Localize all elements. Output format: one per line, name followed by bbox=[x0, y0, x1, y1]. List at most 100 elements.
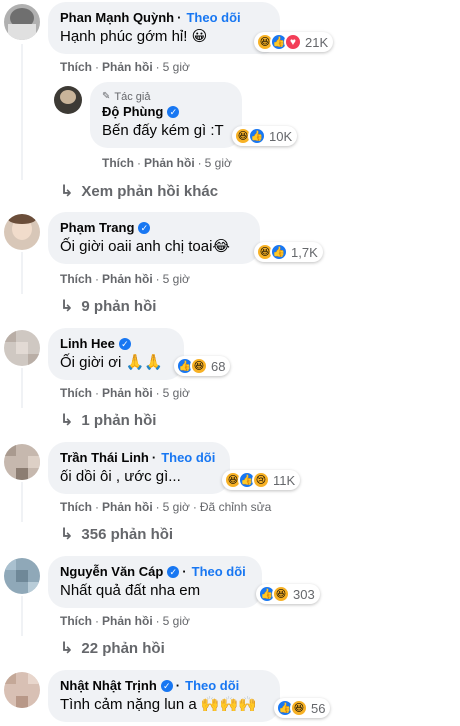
timestamp[interactable]: 5 giờ bbox=[163, 500, 190, 514]
comment-bubble: Phạm Trang ✓ Ối giời oaii anh chị toai😂 bbox=[48, 212, 260, 264]
thread-line bbox=[21, 252, 23, 294]
reaction-summary[interactable]: 👍 😆 303 bbox=[256, 584, 320, 604]
reaction-count: 68 bbox=[211, 358, 226, 374]
comment-author[interactable]: Phan Mạnh Quỳnh bbox=[60, 10, 174, 26]
comment-author[interactable]: Nguyễn Văn Cáp bbox=[60, 564, 163, 580]
like-button[interactable]: Thích bbox=[60, 386, 92, 400]
separator-dot: · bbox=[155, 272, 160, 286]
like-icon: 👍 bbox=[248, 127, 266, 145]
verified-icon: ✓ bbox=[118, 338, 131, 350]
like-button[interactable]: Thích bbox=[60, 60, 92, 74]
separator-dot: · bbox=[95, 500, 99, 514]
separator-dot: · bbox=[155, 500, 160, 514]
reply-button[interactable]: Phản hồi bbox=[102, 386, 153, 400]
timestamp[interactable]: 5 giờ bbox=[163, 272, 190, 286]
reply-button[interactable]: Phản hồi bbox=[102, 60, 153, 74]
sad-icon: 😢 bbox=[252, 471, 270, 489]
comment-bubble: Phan Mạnh Quỳnh · Theo dõi Hạnh phúc gớm… bbox=[48, 2, 280, 54]
separator-dot: · bbox=[155, 614, 160, 628]
comment-text: Nhất quả đất nha em bbox=[60, 582, 201, 599]
reply-arrow-icon: ↳ bbox=[60, 526, 74, 543]
separator-dot: · bbox=[177, 10, 182, 25]
reply-button[interactable]: Phản hồi bbox=[102, 272, 153, 286]
reaction-summary[interactable]: 👍 😆 56 bbox=[274, 698, 331, 718]
avatar[interactable] bbox=[4, 214, 40, 250]
comment-actions: Thích · Phản hồi · 5 giờ bbox=[60, 272, 190, 286]
reply-arrow-icon: ↳ bbox=[60, 640, 74, 657]
thread-line bbox=[21, 368, 23, 408]
more-replies-label: Xem phản hồi khác bbox=[81, 182, 219, 200]
comment-actions: Thích · Phản hồi · 5 giờ bbox=[60, 614, 190, 628]
haha-icon: 😆 bbox=[272, 585, 290, 603]
reaction-summary[interactable]: 😆 👍 😢 11K bbox=[222, 470, 301, 490]
separator-dot: · bbox=[175, 678, 181, 693]
like-button[interactable]: Thích bbox=[60, 272, 92, 286]
timestamp[interactable]: 5 giờ bbox=[163, 386, 190, 400]
view-replies-link[interactable]: ↳ 22 phản hồi bbox=[60, 638, 165, 658]
author-badge-icon: ✎ bbox=[102, 91, 111, 102]
like-button[interactable]: Thích bbox=[102, 156, 134, 170]
reaction-summary[interactable]: 😆 👍 10K bbox=[232, 126, 298, 146]
reply-arrow-icon: ↳ bbox=[60, 183, 74, 200]
reaction-count: 10K bbox=[269, 128, 293, 144]
comment-text: Tình cảm nặng lun a 🙌🙌🙌 bbox=[60, 696, 257, 713]
timestamp[interactable]: 5 giờ bbox=[163, 614, 190, 628]
separator-dot: · bbox=[95, 272, 99, 286]
avatar[interactable] bbox=[54, 86, 82, 114]
reaction-count: 303 bbox=[293, 586, 315, 602]
avatar[interactable] bbox=[4, 558, 40, 594]
comment-author[interactable]: Linh Hee bbox=[60, 336, 115, 352]
comment-text: Hạnh phúc gớm hỉ! 😀 bbox=[60, 28, 208, 45]
view-replies-link[interactable]: ↳ 9 phản hồi bbox=[60, 296, 156, 316]
separator-dot: · bbox=[192, 500, 197, 514]
comment-text: Bến đấy kém gì :T bbox=[102, 122, 224, 139]
like-button[interactable]: Thích bbox=[60, 500, 92, 514]
separator-dot: · bbox=[95, 614, 99, 628]
replies-count: 22 phản hồi bbox=[81, 639, 165, 657]
thread-line bbox=[21, 44, 23, 180]
like-button[interactable]: Thích bbox=[60, 614, 92, 628]
love-icon: ♥ bbox=[284, 33, 302, 51]
reaction-summary[interactable]: 😆 👍 1,7K bbox=[254, 242, 323, 262]
replies-count: 9 phản hồi bbox=[81, 297, 157, 315]
avatar[interactable] bbox=[4, 4, 40, 40]
view-replies-link[interactable]: ↳ 1 phản hồi bbox=[60, 410, 156, 430]
comment-bubble: Linh Hee ✓ Ối giời ơi 🙏🙏 bbox=[48, 328, 184, 380]
comment-actions: Thích · Phản hồi · 5 giờ bbox=[60, 386, 190, 400]
avatar[interactable] bbox=[4, 444, 40, 480]
thread-line bbox=[21, 482, 23, 522]
comment-author[interactable]: Trần Thái Linh bbox=[60, 450, 149, 466]
comment-author[interactable]: Nhật Nhật Trịnh bbox=[60, 678, 157, 694]
edited-label: Đã chỉnh sửa bbox=[199, 500, 272, 514]
view-replies-link[interactable]: ↳ 356 phản hồi bbox=[60, 524, 173, 544]
comment-bubble: Nguyễn Văn Cáp ✓ · Theo dõi Nhất quả đất… bbox=[48, 556, 262, 608]
avatar[interactable] bbox=[4, 672, 40, 708]
reply-button[interactable]: Phản hồi bbox=[102, 614, 153, 628]
comment-bubble: ✎ Tác giả Độ Phùng ✓ Bến đấy kém gì :T bbox=[90, 82, 242, 148]
timestamp[interactable]: 5 giờ bbox=[163, 60, 190, 74]
follow-button[interactable]: Theo dõi bbox=[161, 450, 215, 466]
comment-author[interactable]: Độ Phùng bbox=[102, 104, 163, 120]
follow-button[interactable]: Theo dõi bbox=[185, 678, 239, 694]
comment-bubble: Nhật Nhật Trịnh ✓ · Theo dõi Tình cảm nặ… bbox=[48, 670, 280, 722]
reply-arrow-icon: ↳ bbox=[60, 412, 74, 429]
avatar[interactable] bbox=[4, 330, 40, 366]
separator-dot: · bbox=[155, 386, 160, 400]
verified-icon: ✓ bbox=[167, 566, 180, 578]
timestamp[interactable]: 5 giờ bbox=[205, 156, 232, 170]
separator-dot: · bbox=[95, 60, 99, 74]
separator-dot: · bbox=[95, 386, 99, 400]
more-replies-link[interactable]: ↳ Xem phản hồi khác bbox=[60, 181, 218, 201]
verified-icon: ✓ bbox=[138, 222, 151, 234]
reaction-count: 21K bbox=[305, 34, 329, 50]
reaction-count: 11K bbox=[273, 472, 296, 488]
reply-button[interactable]: Phản hồi bbox=[144, 156, 195, 170]
follow-button[interactable]: Theo dõi bbox=[186, 10, 240, 26]
verified-icon: ✓ bbox=[160, 680, 173, 692]
follow-button[interactable]: Theo dõi bbox=[192, 564, 246, 580]
comment-author[interactable]: Phạm Trang bbox=[60, 220, 134, 236]
reply-button[interactable]: Phản hồi bbox=[102, 500, 153, 514]
reaction-summary[interactable]: 😆 👍 ♥ 21K bbox=[254, 32, 334, 52]
reaction-summary[interactable]: 👍 😆 68 bbox=[174, 356, 231, 376]
thread-line bbox=[21, 596, 23, 636]
